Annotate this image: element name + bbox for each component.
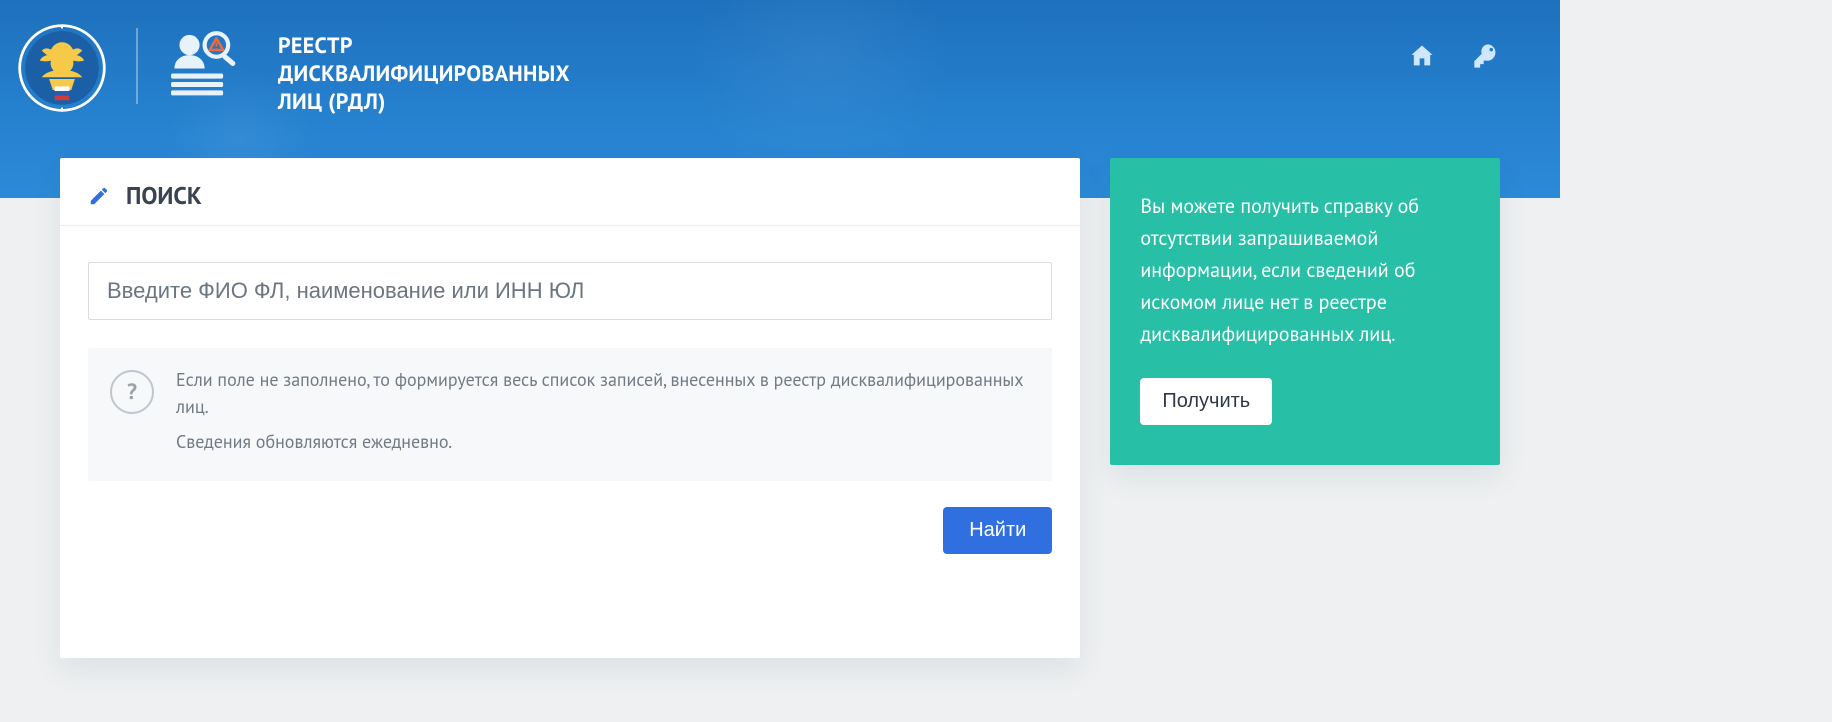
content: ПОИСК ? Если поле не заполнено, то форми… (0, 158, 1560, 698)
hint-line-2: Сведения обновляются ежедневно. (176, 428, 1030, 455)
fns-emblem-icon (16, 22, 108, 114)
app-title-line-2: ДИСКВАЛИФИЦИРОВАННЫХ (278, 60, 570, 88)
certificate-side-card: Вы можете получить справку об отсутствии… (1110, 158, 1500, 465)
key-icon[interactable] (1472, 42, 1500, 70)
app-title-line-3: ЛИЦ (РДЛ) (278, 88, 570, 116)
search-submit-button[interactable]: Найти (943, 507, 1052, 554)
search-hint: ? Если поле не заполнено, то формируется… (88, 348, 1052, 481)
certificate-description: Вы можете получить справку об отсутствии… (1140, 190, 1470, 350)
app-title: РЕЕСТР ДИСКВАЛИФИЦИРОВАННЫХ ЛИЦ (РДЛ) (278, 18, 570, 116)
search-input-wrap[interactable] (88, 262, 1052, 320)
search-input[interactable] (105, 277, 1035, 305)
search-card: ПОИСК ? Если поле не заполнено, то форми… (60, 158, 1080, 658)
search-title: ПОИСК (88, 180, 1052, 211)
question-icon: ? (110, 370, 154, 414)
home-icon[interactable] (1408, 42, 1436, 70)
search-title-text: ПОИСК (126, 180, 202, 211)
app-title-line-1: РЕЕСТР (278, 32, 570, 60)
pencil-icon (88, 185, 110, 207)
app-glyph-icon (166, 28, 250, 104)
certificate-get-button[interactable]: Получить (1140, 378, 1272, 425)
hint-line-1: Если поле не заполнено, то формируется в… (176, 366, 1030, 420)
header-divider (136, 28, 138, 104)
